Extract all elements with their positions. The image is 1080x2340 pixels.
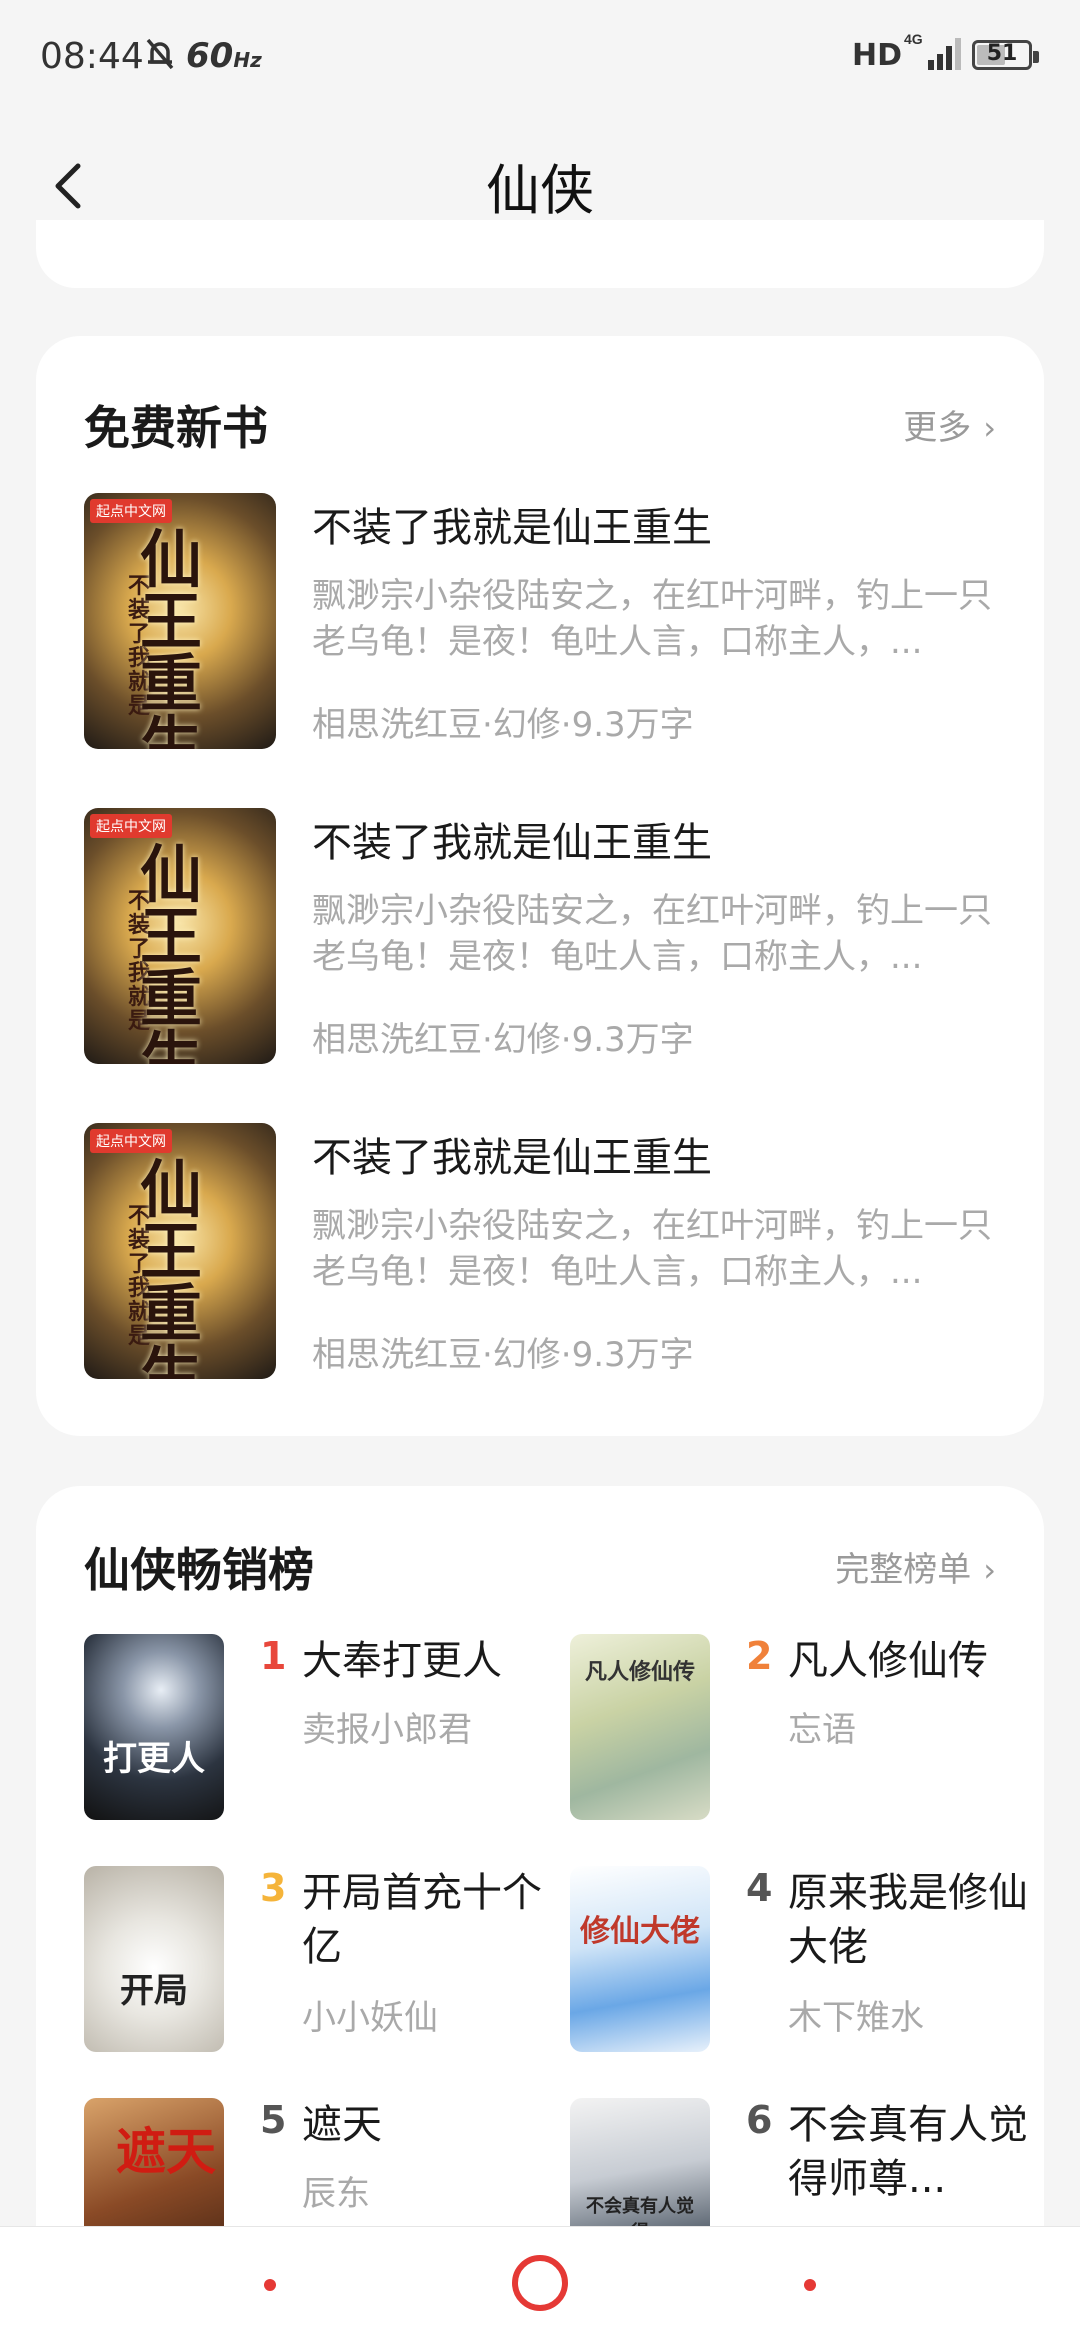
rank-number: 4	[746, 1866, 773, 1910]
book-cover: 起点中文网 不装了我就是 仙王重生	[84, 493, 276, 749]
book-title: 不装了我就是仙王重生	[312, 505, 712, 551]
svg-text:4G: 4G	[904, 31, 923, 47]
card-header: 仙侠畅销榜 完整榜单 ›	[84, 1534, 996, 1598]
more-link[interactable]: 更多 ›	[903, 400, 996, 449]
free-new-books-card: 免费新书 更多 › 起点中文网 不装了我就是 仙王重生 不装了我就是仙王重生 飘渺…	[36, 336, 1044, 1436]
section-title: 仙侠畅销榜	[84, 1543, 314, 1597]
book-author: 小小妖仙	[302, 1998, 438, 2038]
book-cover: 起点中文网 不装了我就是 仙王重生	[84, 1123, 276, 1379]
book-author: 卖报小郎君	[302, 1710, 472, 1750]
book-cover: 开局	[84, 1866, 224, 2052]
book-title: 大奉打更人	[302, 1638, 502, 1684]
book-author: 忘语	[788, 1710, 856, 1750]
book-description: 飘渺宗小杂役陆安之，在红叶河畔，钓上一只老乌龟！是夜！龟吐人言，口称主人，...	[312, 576, 992, 662]
book-title: 遮天	[302, 2102, 382, 2148]
book-description: 飘渺宗小杂役陆安之，在红叶河畔，钓上一只老乌龟！是夜！龟吐人言，口称主人，...	[312, 891, 992, 977]
nav-back-dot[interactable]	[264, 2279, 276, 2291]
book-title: 不装了我就是仙王重生	[312, 1135, 712, 1181]
hd-indicator: HD	[852, 38, 903, 73]
rank-number: 1	[260, 1634, 287, 1678]
chevron-right-icon: ›	[983, 1551, 996, 1589]
book-cover: 修仙大佬	[570, 1866, 710, 2052]
book-description: 飘渺宗小杂役陆安之，在红叶河畔，钓上一只老乌龟！是夜！龟吐人言，口称主人，...	[312, 1206, 992, 1292]
chevron-right-icon: ›	[983, 409, 996, 447]
status-time: 08:44	[40, 36, 144, 77]
status-bar: 08:44 60Hz HD 4G 51	[0, 0, 1080, 110]
book-meta: 相思洗红豆·幻修·9.3万字	[312, 705, 694, 745]
rank-number: 3	[260, 1866, 287, 1910]
bottom-nav-bar	[0, 2226, 1080, 2340]
bestseller-card: 仙侠畅销榜 完整榜单 › 打更人 1 大奉打更人 卖报小郎君 凡人修仙传 2 凡人…	[36, 1486, 1044, 2284]
rank-number: 2	[746, 1634, 773, 1678]
book-title: 原来我是修仙大佬	[788, 1870, 1028, 1970]
book-title: 不装了我就是仙王重生	[312, 820, 712, 866]
book-cover: 打更人	[84, 1634, 224, 1820]
rank-number: 5	[260, 2098, 287, 2142]
full-ranking-link[interactable]: 完整榜单 ›	[835, 1542, 996, 1591]
previous-card-bottom	[36, 220, 1044, 288]
rank-item[interactable]: 开局 3 开局首充十个亿 小小妖仙	[84, 1866, 544, 2052]
signal-icon: 4G	[904, 31, 961, 70]
book-title: 凡人修仙传	[788, 1638, 988, 1684]
book-title: 开局首充十个亿	[302, 1870, 542, 1970]
mute-bell-icon	[146, 38, 174, 70]
book-cover: 凡人修仙传	[570, 1634, 710, 1820]
nav-recent-dot[interactable]	[804, 2279, 816, 2291]
book-meta: 相思洗红豆·幻修·9.3万字	[312, 1335, 694, 1375]
card-header: 免费新书 更多 ›	[84, 392, 996, 456]
rank-item[interactable]: 修仙大佬 4 原来我是修仙大佬 木下雉水	[570, 1866, 1030, 2052]
page-title: 仙侠	[486, 159, 594, 222]
book-meta: 相思洗红豆·幻修·9.3万字	[312, 1020, 694, 1060]
book-item[interactable]: 起点中文网 不装了我就是 仙王重生 不装了我就是仙王重生 飘渺宗小杂役陆安之，在…	[84, 808, 1000, 1064]
section-title: 免费新书	[84, 401, 268, 455]
book-title: 不会真有人觉得师尊...	[788, 2102, 1028, 2202]
book-item[interactable]: 起点中文网 不装了我就是 仙王重生 不装了我就是仙王重生 飘渺宗小杂役陆安之，在…	[84, 493, 1000, 749]
book-author: 木下雉水	[788, 1998, 924, 2038]
book-author: 辰东	[302, 2174, 370, 2214]
rank-item[interactable]: 打更人 1 大奉打更人 卖报小郎君	[84, 1634, 544, 1820]
rank-number: 6	[746, 2098, 773, 2142]
battery-icon: 51	[972, 40, 1039, 70]
book-cover: 起点中文网 不装了我就是 仙王重生	[84, 808, 276, 1064]
refresh-rate: 60Hz	[186, 36, 262, 76]
book-item[interactable]: 起点中文网 不装了我就是 仙王重生 不装了我就是仙王重生 飘渺宗小杂役陆安之，在…	[84, 1123, 1000, 1379]
rank-item[interactable]: 凡人修仙传 2 凡人修仙传 忘语	[570, 1634, 1030, 1820]
home-circle-icon[interactable]	[512, 2255, 568, 2311]
